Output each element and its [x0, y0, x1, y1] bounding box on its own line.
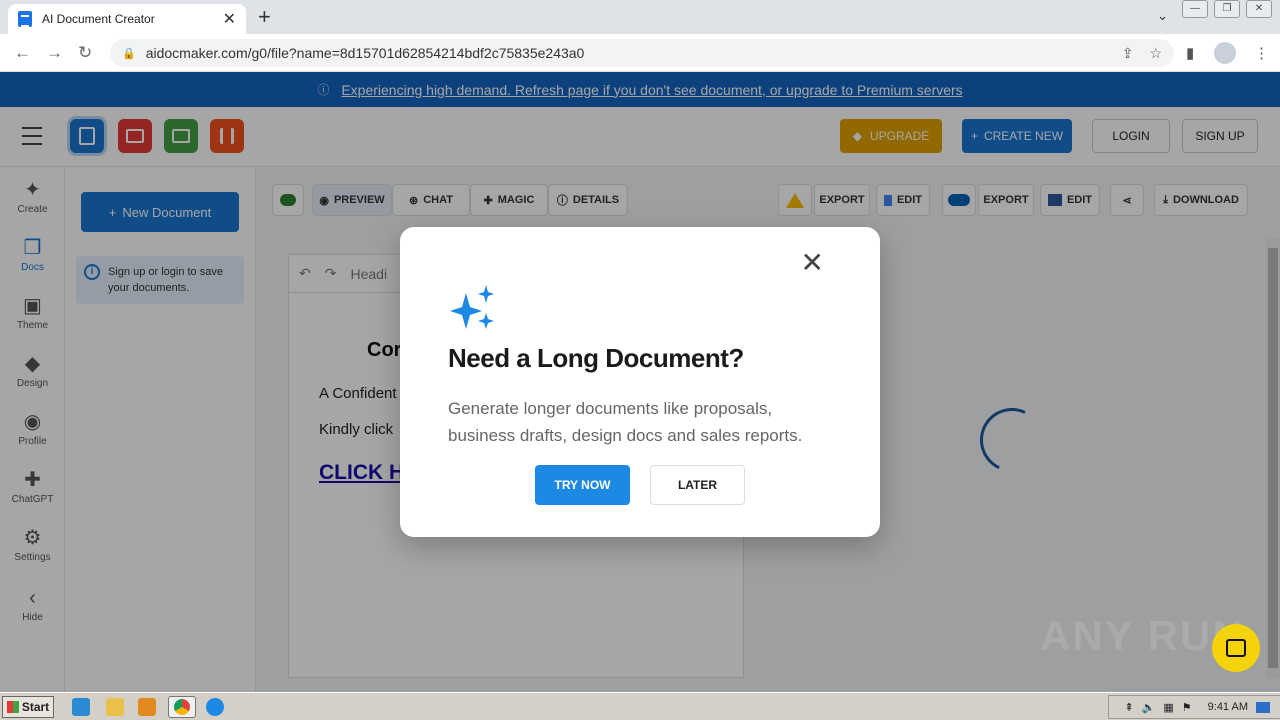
tray-expand-icon[interactable]: ⇞ [1124, 701, 1133, 714]
desktop-icon[interactable] [1256, 701, 1270, 713]
profile-avatar-icon[interactable] [1214, 42, 1236, 68]
network-icon[interactable]: ▦ [1163, 701, 1173, 714]
chrome-taskbar-button[interactable] [168, 696, 196, 718]
later-button[interactable]: LATER [650, 465, 745, 505]
new-tab-icon[interactable]: + [258, 4, 271, 30]
chevron-down-icon[interactable]: ⌄ [1157, 8, 1168, 24]
volume-icon[interactable]: 🔈 [1142, 701, 1156, 714]
long-document-modal: ✕ Need a Long Document? Generate longer … [400, 227, 880, 537]
restore-icon[interactable]: ❐ [1214, 0, 1240, 18]
sidepanel-icon[interactable]: ▮ [1186, 44, 1194, 62]
ie-icon[interactable] [72, 698, 90, 716]
browser-tabbar: AI Document Creator ✕ + ⌄ — ❐ ✕ [0, 0, 1280, 34]
start-label: Start [21, 700, 50, 714]
window-controls: — ❐ ✕ [1182, 0, 1272, 18]
url-input[interactable]: 🔒 aidocmaker.com/g0/file?name=8d15701d62… [110, 39, 1174, 67]
close-icon[interactable]: ✕ [801, 249, 824, 277]
star-icon[interactable]: ☆ [1149, 45, 1162, 62]
reload-icon[interactable]: ↻ [78, 43, 92, 63]
back-icon[interactable]: ← [14, 43, 31, 63]
sparkle-icon [450, 285, 494, 329]
system-tray: ⇞ 🔈 ▦ ⚑ 9:41 AM [1108, 695, 1280, 719]
tab-title: AI Document Creator [42, 12, 155, 26]
windows-logo-icon [6, 701, 19, 713]
address-bar-row: ← → ↻ 🔒 aidocmaker.com/g0/file?name=8d15… [0, 34, 1280, 72]
lock-icon: 🔒 [122, 47, 136, 60]
edge-icon[interactable] [206, 698, 224, 716]
folder-icon[interactable] [106, 698, 124, 716]
try-now-button[interactable]: TRY NOW [535, 465, 630, 505]
close-tab-icon[interactable]: ✕ [223, 9, 236, 29]
clock[interactable]: 9:41 AM [1208, 701, 1248, 713]
flag-icon[interactable]: ⚑ [1182, 701, 1192, 714]
chat-icon [1226, 639, 1246, 657]
modal-description: Generate longer documents like proposals… [448, 399, 803, 445]
close-window-icon[interactable]: ✕ [1246, 0, 1272, 18]
browser-tab[interactable]: AI Document Creator ✕ [8, 4, 246, 34]
url-text: aidocmaker.com/g0/file?name=8d15701d6285… [145, 45, 585, 61]
media-player-icon[interactable] [138, 698, 156, 716]
os-taskbar: Start ⇞ 🔈 ▦ ⚑ 9:41 AM [0, 692, 1280, 720]
chat-support-button[interactable] [1212, 624, 1260, 672]
kebab-menu-icon[interactable]: ⋮ [1254, 44, 1269, 62]
share-icon[interactable]: ⇪ [1122, 45, 1134, 62]
forward-icon[interactable]: → [46, 43, 63, 63]
minimize-icon[interactable]: — [1182, 0, 1208, 18]
start-button[interactable]: Start [2, 696, 54, 718]
modal-title: Need a Long Document? [448, 343, 744, 373]
docs-favicon-icon [18, 11, 32, 27]
